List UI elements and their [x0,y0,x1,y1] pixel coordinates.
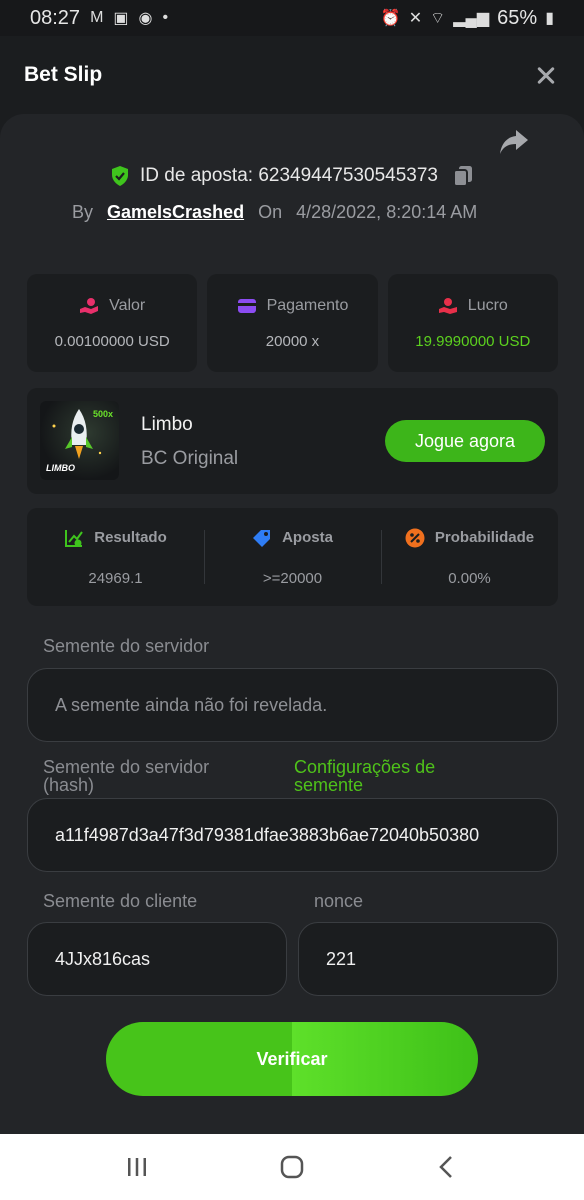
stat-lucro: Lucro 19.9990000 USD [387,274,558,372]
result-aposta: Aposta >=20000 [204,508,381,606]
dot-icon: • [162,9,169,26]
game-thumbnail[interactable]: 500x LIMBO [40,401,119,480]
battery-icon: ▮ [545,10,554,27]
client-seed-label: Semente do cliente [43,891,198,911]
bet-by-row: By GameIsCrashed On 4/28/2022, 8:20:14 A… [72,202,477,223]
card-icon [237,298,256,313]
tag-icon [253,529,271,547]
stat-pagamento: Pagamento 20000 x [207,274,378,372]
money-hand-icon [80,297,99,314]
copy-icon[interactable] [452,164,474,188]
share-icon[interactable] [498,128,530,156]
game-row: 500x LIMBO Limbo BC Original Jogue agora [27,388,558,494]
bet-id-row: ID de aposta: 623494475305453​73 [0,164,584,188]
result-value: 24969.1 [88,569,143,587]
result-box: Resultado 24969.1 Aposta >=20000 Probabi… [27,508,558,606]
mute-icon: ✕ [408,10,423,27]
server-seed-label: Semente do servidor [43,636,210,656]
battery-level: 65% [497,6,538,29]
game-name: Limbo [141,414,193,435]
stat-value: 0.00100000 USD [54,332,170,350]
stat-value: 19.9990000 USD [415,332,531,350]
home-icon[interactable] [276,1153,308,1181]
game-provider: BC Original [141,448,239,469]
status-bar: 08:27 M ▣ ◉ • ⏰ ✕ ⌔ ▂▄▆ 65% ▮ [0,0,584,36]
chart-check-icon [65,529,84,547]
thumb-badge: 500x [92,409,113,419]
result-value: >=20000 [262,569,323,587]
signal-icon: ▂▄▆ [453,10,490,27]
shield-check-icon [112,166,129,186]
bet-id: ID de aposta: 623494475305453​73 [140,165,438,186]
stat-label: Pagamento [266,296,349,314]
stat-valor: Valor 0.00100000 USD [27,274,198,372]
back-icon[interactable] [431,1153,463,1181]
server-seed-field[interactable]: A semente ainda não foi revelada. [27,668,558,742]
result-value: 0.00% [448,569,491,587]
server-seed-hash-field[interactable]: a11f4987d3a47f3d79381dfae3883b6ae72040b5… [27,798,558,872]
gmail-icon: M [90,9,104,26]
result-label: Probabilidade [434,529,535,546]
client-seed-field[interactable]: 4JJx816cas [27,922,287,996]
bet-slip-card: ID de aposta: 623494475305453​73 By Game… [0,114,584,1134]
recent-apps-icon[interactable] [121,1153,153,1181]
stat-label: Valor [109,296,146,314]
verify-button[interactable]: Verificar [106,1022,478,1096]
profit-hand-icon [438,297,457,314]
stat-label: Lucro [467,296,508,314]
messenger-icon: ◉ [138,10,153,27]
status-time: 08:27 [30,6,81,29]
nonce-label: nonce [314,891,364,911]
header: Bet Slip [0,36,584,114]
on-label: On [258,202,283,222]
seed-settings-link[interactable]: Configurações de semente [294,758,494,794]
photo-icon: ▣ [113,10,129,27]
stat-value: 20000 x [265,332,320,350]
page-title: Bet Slip [24,63,103,86]
play-now-button[interactable]: Jogue agora [385,420,545,462]
close-icon[interactable] [532,61,560,89]
alarm-icon: ⏰ [380,10,401,27]
result-resultado: Resultado 24969.1 [27,508,204,606]
by-label: By [72,202,94,222]
percent-icon [405,528,425,547]
thumb-label: LIMBO [46,463,75,473]
wifi-icon: ⌔ [430,10,446,27]
result-label: Aposta [282,529,333,546]
username-link[interactable]: GameIsCrashed [107,202,244,223]
nonce-field[interactable]: 221 [298,922,558,996]
result-label: Resultado [94,529,167,546]
bet-date: 4/28/2022, 8:20:14 AM [296,202,478,222]
server-seed-hash-label: Semente do servidor (hash) [43,757,210,795]
result-probabilidade: Probabilidade 0.00% [381,508,558,606]
android-nav-bar [0,1134,584,1200]
bet-stats: Valor 0.00100000 USD Pagamento 20000 x L… [27,274,558,372]
